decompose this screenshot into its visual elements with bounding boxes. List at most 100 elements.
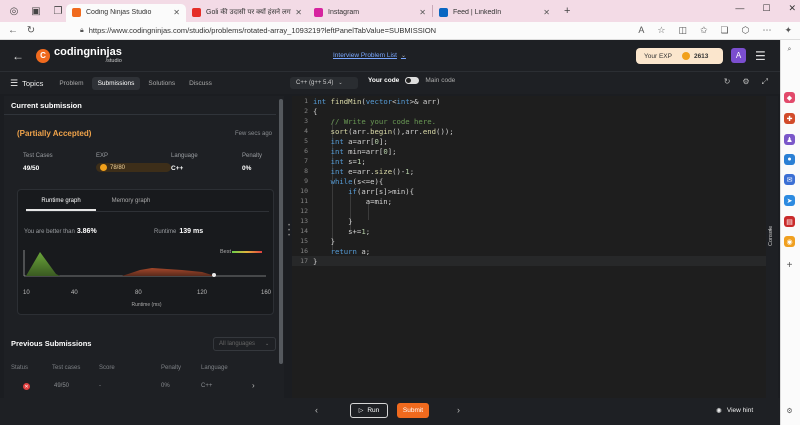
new-tab-button[interactable]: + [564, 5, 570, 17]
minimize-icon[interactable]: — [735, 3, 744, 14]
profile-icon[interactable]: ◎ [6, 3, 22, 19]
language-filter-select[interactable]: All languages ⌄ [213, 337, 276, 351]
x-tick: 40 [71, 290, 78, 296]
panel-scrollbar[interactable] [279, 99, 283, 364]
x-axis-ticks: 10 40 80 120 160 [18, 290, 275, 300]
logo-main-text: codingninjas [54, 45, 122, 58]
sidebar-app-icon[interactable]: ▤ [784, 216, 795, 227]
code-line: 6 int min=arr[0]; [304, 146, 397, 156]
tab-runtime-graph[interactable]: Runtime graph [26, 196, 96, 211]
code-editor[interactable]: 1 int findMin(vector<int>& arr) 2{ 3 // W… [292, 96, 766, 398]
code-line-current: 17} [292, 256, 766, 266]
code-line: 1 int findMin(vector<int>& arr) [304, 96, 441, 106]
language-label: Language [171, 153, 198, 159]
fullscreen-icon[interactable]: ⤢ [762, 77, 768, 87]
chevron-down-icon: ⌄ [400, 53, 406, 59]
code-switch[interactable] [405, 77, 420, 84]
your-code-label: Your code [368, 77, 400, 84]
split-screen-icon[interactable]: ◫ [678, 25, 687, 36]
close-tab-icon[interactable]: ✕ [173, 8, 180, 17]
favorites-icon[interactable]: ✩ [700, 25, 708, 36]
add-sidebar-icon[interactable]: + [784, 260, 795, 271]
run-button[interactable]: ▷ Run [350, 403, 388, 418]
tab-actions-icon[interactable]: ❐ [50, 3, 66, 19]
exp-badge[interactable]: Your EXP 2613 [636, 48, 723, 64]
tab-memory-graph[interactable]: Memory graph [96, 196, 166, 211]
language-select[interactable]: C++ (g++ 5.4) ⌄ [290, 77, 358, 89]
table-row[interactable]: ✕ 49/50 - 0% C++ › [11, 381, 281, 393]
more-icon[interactable]: ⋯ [762, 25, 771, 36]
view-hint-button[interactable]: ✺ View hint [716, 404, 753, 417]
sidebar-extra-icon[interactable]: ◉ [784, 236, 795, 247]
close-tab-icon[interactable]: ✕ [543, 8, 550, 17]
reader-icon[interactable]: A [638, 25, 644, 36]
code-line: 5 int a=arr[0]; [304, 136, 388, 146]
next-problem-icon[interactable]: › [457, 405, 460, 415]
sidebar-games-icon[interactable]: ♟ [784, 134, 795, 145]
favorite-star-icon[interactable]: ☆ [657, 25, 665, 36]
youtube-favicon [192, 8, 201, 17]
exp-stat-label: EXP [96, 153, 109, 159]
back-arrow-icon[interactable]: ← [12, 49, 24, 63]
console-label[interactable]: Console [768, 226, 774, 246]
row-test-cases: 49/50 [54, 383, 70, 389]
code-toggle[interactable]: Your code Main code [368, 77, 455, 84]
submission-panel: Current submission (Partially Accepted) … [4, 96, 284, 398]
extensions-icon[interactable]: ⬡ [742, 25, 750, 36]
submit-button[interactable]: Submit [397, 403, 429, 418]
tab-problem[interactable]: Problem [53, 77, 89, 90]
ninja-logo-icon: C [36, 48, 50, 63]
maximize-icon[interactable]: ☐ [762, 3, 770, 14]
sidebar-settings-icon[interactable]: ⚙ [784, 405, 795, 416]
reset-code-icon[interactable]: ↻ [724, 77, 731, 87]
status-badge: (Partially Accepted) [17, 129, 92, 138]
browser-tab-youtube[interactable]: Goli की उदासी पर क्यों हंसने लगा ये ✕ [186, 4, 308, 22]
menu-icon[interactable]: ☰ [755, 49, 766, 63]
avatar[interactable]: A [731, 48, 746, 63]
tab-submissions[interactable]: Submissions [91, 76, 141, 90]
sidebar-tag-icon[interactable]: ◆ [784, 92, 795, 103]
best-legend-label: Best [220, 249, 232, 255]
chevron-right-icon[interactable]: › [252, 381, 255, 390]
url-field[interactable]: 🔒︎ https://www.codingninjas.com/studio/p… [80, 26, 436, 35]
close-tab-icon[interactable]: ✕ [295, 8, 302, 17]
code-line: 16 return a; [300, 246, 371, 256]
sidebar-send-icon[interactable]: ➤ [784, 195, 795, 206]
sidebar-tools-icon[interactable]: ✚ [784, 113, 795, 124]
close-window-icon[interactable]: ✕ [788, 3, 796, 14]
code-line: 3 // Write your code here. [304, 116, 437, 126]
linkedin-favicon [439, 8, 448, 17]
workspaces-icon[interactable]: ▣ [28, 3, 44, 19]
tab-solutions[interactable]: Solutions [142, 77, 181, 90]
best-runtime-area [26, 252, 60, 276]
app-header: ← C codingninjas /studio Interview Probl… [0, 40, 800, 72]
console-sidebar[interactable] [766, 96, 778, 398]
back-icon[interactable]: ← [4, 25, 22, 36]
collections-icon[interactable]: ❏ [721, 25, 729, 36]
chevron-down-icon: ⌄ [338, 80, 343, 86]
editor-actions: ↻ ⚙ ⤢ [724, 77, 768, 87]
browser-tab-linkedin[interactable]: Feed | LinkedIn ✕ [433, 4, 556, 22]
code-line: 2{ [304, 106, 318, 116]
settings-gear-icon[interactable]: ⚙ [742, 77, 749, 87]
sidebar-outlook-icon[interactable]: ✉ [784, 174, 795, 185]
browser-tab-instagram[interactable]: Instagram ✕ [308, 4, 432, 22]
main-code-label: Main code [425, 77, 456, 84]
previous-problem-icon[interactable]: ‹ [315, 405, 318, 415]
refresh-icon[interactable]: ↻ [22, 25, 40, 36]
x-tick: 160 [261, 290, 272, 296]
tab-discuss[interactable]: Discuss [183, 77, 218, 90]
close-tab-icon[interactable]: ✕ [419, 8, 426, 17]
column-header: Test cases [52, 365, 81, 371]
divider [26, 211, 269, 212]
sidebar-copilot-icon[interactable]: ● [784, 154, 795, 165]
bottom-action-bar: ‹ ▷ Run Submit › ✺ View hint [0, 398, 780, 425]
x-tick: 10 [23, 290, 30, 296]
search-icon[interactable]: ⌕ [784, 44, 795, 55]
browser-tab-coding-ninjas[interactable]: Coding Ninjas Studio ✕ [66, 3, 186, 22]
logo[interactable]: C codingninjas /studio [36, 45, 122, 65]
interview-problem-list-link[interactable]: Interview Problem List ⌄ [333, 52, 406, 59]
copilot-icon[interactable]: ✦ [784, 25, 792, 36]
topics-button[interactable]: ☰ Topics [10, 78, 43, 89]
code-line: 11 a=min; [300, 196, 393, 206]
